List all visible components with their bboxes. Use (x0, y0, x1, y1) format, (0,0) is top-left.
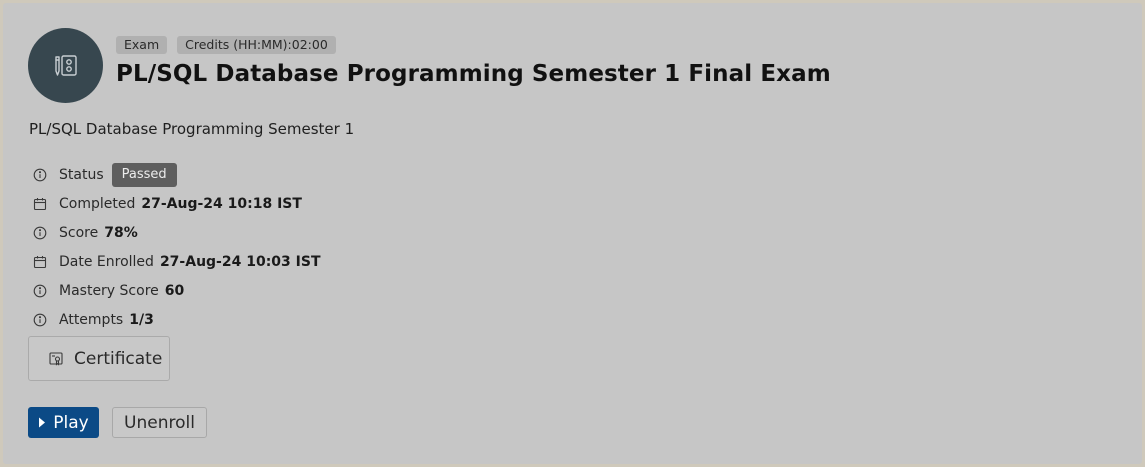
attempts-value: 1/3 (129, 311, 154, 328)
info-icon (32, 283, 48, 299)
score-value: 78% (104, 224, 138, 241)
score-label: Score (59, 224, 99, 241)
attempts-label: Attempts (59, 311, 124, 328)
certificate-button[interactable]: Certificate (28, 336, 170, 381)
play-button[interactable]: Play (28, 407, 99, 438)
completed-value: 27-Aug-24 10:18 IST (141, 195, 302, 212)
date-enrolled-label: Date Enrolled (59, 253, 154, 270)
info-icon (32, 225, 48, 241)
course-avatar (28, 28, 103, 103)
calendar-icon (32, 254, 48, 270)
mastery-score-value: 60 (164, 282, 185, 299)
unenroll-button[interactable]: Unenroll (112, 407, 207, 438)
completed-label: Completed (59, 195, 136, 212)
unenroll-button-label: Unenroll (124, 412, 195, 433)
info-icon (32, 312, 48, 328)
attempts-row: Attempts 1/3 (32, 305, 321, 334)
score-row: Score 78% (32, 218, 321, 247)
course-badges: Exam Credits (HH:MM):02:00 (116, 36, 336, 54)
certificate-icon (48, 351, 64, 367)
play-button-label: Play (53, 412, 89, 433)
course-title: PL/SQL Database Programming Semester 1 F… (116, 61, 831, 87)
date-enrolled-value: 27-Aug-24 10:03 IST (159, 253, 321, 270)
completed-row: Completed 27-Aug-24 10:18 IST (32, 189, 321, 218)
course-card: Exam Credits (HH:MM):02:00 PL/SQL Databa… (3, 3, 1142, 464)
mastery-score-label: Mastery Score (59, 282, 159, 299)
info-icon (32, 167, 48, 183)
status-row: Status Passed (32, 160, 321, 189)
course-details: Status Passed Completed 27-Aug-24 10:18 … (32, 160, 321, 334)
play-icon (38, 417, 48, 429)
date-enrolled-row: Date Enrolled 27-Aug-24 10:03 IST (32, 247, 321, 276)
calendar-icon (32, 196, 48, 212)
status-badge: Passed (111, 162, 177, 187)
type-badge: Exam (116, 36, 168, 54)
status-label: Status (59, 166, 104, 183)
course-subtitle: PL/SQL Database Programming Semester 1 (29, 120, 355, 138)
exam-document-icon (51, 51, 81, 81)
credits-badge: Credits (HH:MM):02:00 (177, 36, 336, 54)
mastery-score-row: Mastery Score 60 (32, 276, 321, 305)
certificate-button-label: Certificate (74, 348, 163, 369)
